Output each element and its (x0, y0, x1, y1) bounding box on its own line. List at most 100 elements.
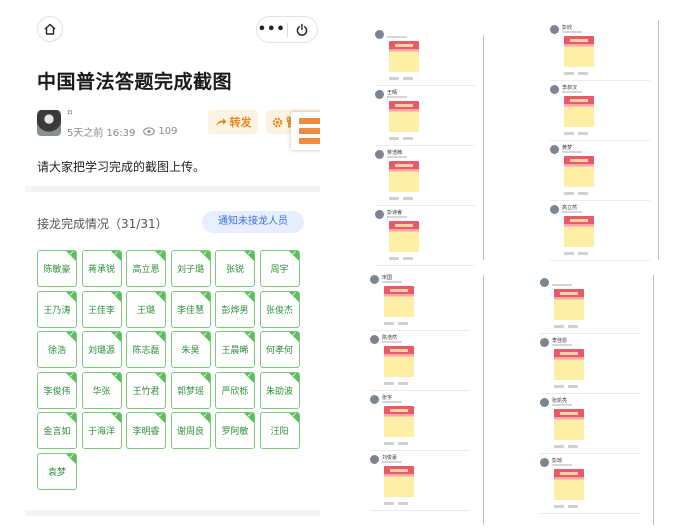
screenshot-thumbnail[interactable] (384, 346, 414, 377)
participant-cell[interactable]: 陈敏豪 ✓ (37, 250, 77, 287)
avatar (370, 455, 379, 464)
screenshot-thumbnail[interactable] (554, 469, 584, 500)
participant-cell[interactable]: 罗阿敏 ✓ (215, 412, 255, 449)
participant-cell[interactable]: 何孝何 ✓ (259, 331, 300, 368)
screenshot-thumbnail[interactable] (564, 156, 594, 187)
participant-cell[interactable]: 徐浩 ✓ (37, 331, 77, 368)
uploaded-screenshot-card[interactable]: 彭诗睿 (375, 210, 475, 266)
participant-cell[interactable]: 朱劭波 ✓ (259, 371, 300, 409)
participant-name: 王竹君 (132, 386, 160, 397)
checkmark-icon: ✓ (202, 290, 209, 298)
screenshot-thumbnail[interactable] (554, 349, 584, 380)
author-name: ¤ (67, 108, 73, 118)
participant-cell[interactable]: 张俊杰 ✓ (259, 290, 300, 328)
checkmark-icon: ✓ (113, 331, 120, 338)
upload-time-placeholder (552, 404, 572, 406)
checkmark-icon: ✓ (291, 331, 298, 338)
uploader-name: 张凯亮 (552, 398, 568, 404)
avatar (375, 30, 384, 39)
uploaded-screenshot-card[interactable]: 张宇 (370, 395, 470, 451)
participant-name: 刘璐源 (87, 346, 115, 356)
screenshot-thumbnail[interactable] (554, 409, 584, 440)
participant-name: 朱劭波 (265, 386, 293, 397)
participant-cell[interactable]: 李俊伟 ✓ (37, 371, 77, 409)
screenshot-thumbnail[interactable] (564, 96, 594, 127)
notify-unfinished-button[interactable]: 通知未接龙人员 (202, 211, 304, 233)
screenshot-thumbnail[interactable] (389, 221, 419, 252)
participant-cell[interactable]: 高立恩 ✓ (126, 250, 166, 287)
screenshot-thumbnail[interactable] (384, 406, 414, 437)
participant-cell[interactable]: 蒋承锐 ✓ (81, 250, 122, 287)
participant-name: 张锐 (225, 265, 244, 275)
screenshot-thumbnail[interactable] (384, 286, 414, 317)
home-button[interactable] (37, 16, 63, 42)
uploaded-screenshot-card[interactable]: 高立然 (550, 205, 650, 261)
uploaded-screenshot-card[interactable] (540, 278, 640, 334)
screenshot-thumbnail[interactable] (564, 36, 594, 67)
uploaded-screenshot-card[interactable]: 王晴 (375, 90, 475, 146)
forward-button[interactable]: 转发 (208, 110, 258, 134)
uploaded-screenshot-card[interactable]: 黄梦 (550, 145, 650, 201)
uploaded-screenshot-card[interactable]: 李叔汉 (550, 85, 650, 141)
participant-cell[interactable]: 刘璐源 ✓ (81, 331, 122, 368)
participant-cell[interactable]: 王晨晞 ✓ (215, 331, 255, 368)
participant-cell[interactable]: 李佳慧 ✓ (170, 290, 211, 328)
avatar (540, 278, 549, 287)
checkmark-icon: ✓ (291, 412, 298, 419)
more-button[interactable]: ••• (257, 17, 287, 42)
checkmark-icon: ✓ (69, 290, 75, 298)
participant-name: 陈志磊 (132, 346, 160, 356)
participant-cell[interactable]: 王佳李 ✓ (81, 290, 122, 328)
participant-cell[interactable]: 袁梦 ✓ (37, 452, 77, 490)
upload-time-placeholder (387, 156, 407, 158)
uploaded-screenshot-card[interactable]: 李佳恩 (540, 338, 640, 394)
participant-cell[interactable]: 汪阳 ✓ (259, 412, 300, 449)
close-miniprogram-button[interactable] (288, 23, 318, 37)
upload-time-placeholder (552, 464, 572, 466)
uploaded-screenshot-card[interactable]: 刘俊豪 (370, 455, 470, 511)
card-divider (375, 85, 475, 86)
uploaded-screenshot-card[interactable]: 张凯亮 (540, 398, 640, 454)
participant-cell[interactable]: 谢周良 ✓ (170, 412, 211, 449)
participant-cell[interactable]: 李明睿 ✓ (126, 412, 166, 449)
screenshot-canvas: ••• 中国普法答题完成截图 ¤ 5天之前 16:39 109 转发 请大家把学… (0, 0, 700, 530)
uploaded-screenshot-card[interactable] (375, 30, 475, 86)
participant-cell[interactable]: 王竹君 ✓ (126, 371, 166, 409)
participant-name: 金言如 (43, 427, 71, 437)
bottom-divider (25, 510, 320, 516)
screenshot-thumbnail[interactable] (564, 216, 594, 247)
screenshot-thumbnail[interactable] (389, 101, 419, 132)
screenshot-thumbnail[interactable] (389, 161, 419, 192)
avatar (550, 145, 559, 154)
participant-cell[interactable]: 陈志磊 ✓ (126, 331, 166, 368)
checkmark-icon: ✓ (291, 371, 298, 379)
participant-cell[interactable]: 华张 ✓ (81, 371, 122, 409)
participant-cell[interactable]: 朱昊 ✓ (170, 331, 211, 368)
participant-cell[interactable]: 金言如 ✓ (37, 412, 77, 449)
screenshot-thumbnail[interactable] (384, 466, 414, 497)
participant-cell[interactable]: 彭烨男 ✓ (215, 290, 255, 328)
participant-cell[interactable]: 严欣栎 ✓ (215, 371, 255, 409)
participant-cell[interactable]: 王璐 ✓ (126, 290, 166, 328)
participant-cell[interactable]: 于海洋 ✓ (81, 412, 122, 449)
screenshot-thumbnail[interactable] (554, 289, 584, 320)
participant-cell[interactable]: 周宇 ✓ (259, 250, 300, 287)
avatar (550, 85, 559, 94)
checkmark-icon: ✓ (158, 371, 164, 379)
uploaded-screenshot-card[interactable]: 陈浩然 (370, 335, 470, 391)
avatar (370, 395, 379, 404)
screenshot-thumbnail[interactable] (389, 41, 419, 72)
participant-cell[interactable]: 郭梦瑶 ✓ (170, 371, 211, 409)
uploaded-screenshot-card[interactable]: 蒋浩楠 (375, 150, 475, 206)
participant-cell[interactable]: 王乃涛 ✓ (37, 290, 77, 328)
uploaded-screenshot-card[interactable]: 彭琼 (540, 458, 640, 514)
participant-cell[interactable]: 刘子璐 ✓ (170, 250, 211, 287)
card-divider (370, 390, 470, 391)
participant-name: 彭烨男 (221, 305, 249, 316)
uploaded-screenshot-card[interactable]: 彭欣 (550, 25, 650, 81)
participant-cell[interactable]: 张锐 ✓ (215, 250, 255, 287)
avatar[interactable] (37, 110, 61, 136)
participant-name: 王乃涛 (43, 305, 71, 316)
uploaded-screenshot-card[interactable]: 宋国 (370, 275, 470, 331)
checkmark-icon: ✓ (247, 412, 253, 419)
